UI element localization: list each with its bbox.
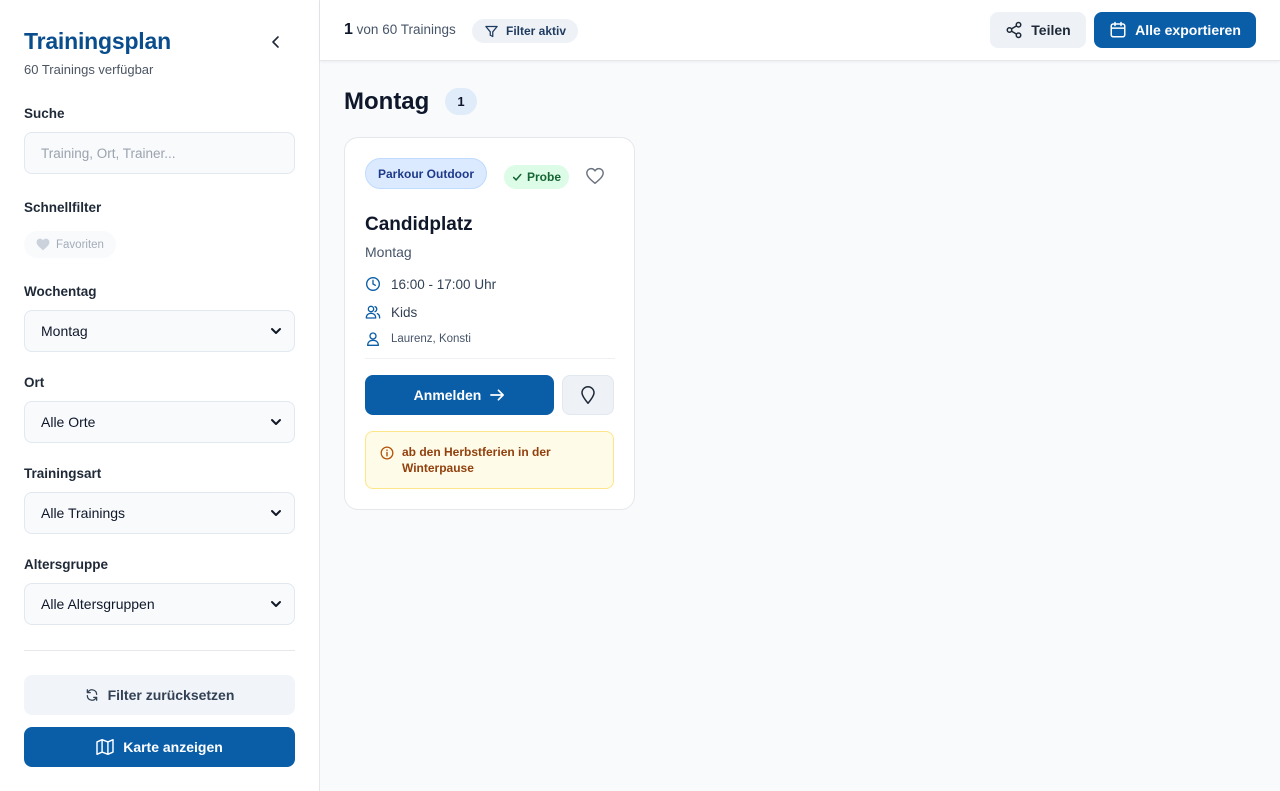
sidebar-subtitle: 60 Trainings verfügbar bbox=[24, 62, 154, 77]
search-placeholder: Training, Ort, Trainer... bbox=[41, 145, 176, 161]
quickfilter-label: Schnellfilter bbox=[24, 200, 102, 215]
sidebar: Trainingsplan 60 Trainings verfügbar Suc… bbox=[0, 0, 320, 791]
result-count-text: von 60 Trainings bbox=[356, 22, 456, 37]
weekday-select[interactable]: Montag bbox=[24, 310, 295, 352]
search-input[interactable]: Training, Ort, Trainer... bbox=[24, 132, 295, 174]
share-label: Teilen bbox=[1031, 22, 1071, 38]
collapse-sidebar-button[interactable] bbox=[262, 30, 290, 54]
filter-icon bbox=[485, 25, 498, 37]
show-map-button[interactable]: Karte anzeigen bbox=[24, 727, 295, 767]
probe-tag: Probe bbox=[504, 165, 570, 189]
favorites-label: Favoriten bbox=[56, 238, 104, 251]
share-icon bbox=[1006, 21, 1022, 39]
result-count-number: 1 bbox=[344, 21, 353, 38]
type-label: Trainingsart bbox=[24, 466, 102, 481]
card-divider bbox=[365, 358, 615, 359]
day-count-badge: 1 bbox=[445, 88, 477, 115]
probe-label: Probe bbox=[527, 170, 562, 184]
filter-active-badge[interactable]: Filter aktiv bbox=[472, 19, 579, 43]
sidebar-title: Trainingsplan bbox=[24, 28, 171, 54]
topbar: 1 von 60 Trainings Filter aktiv Teilen A… bbox=[320, 0, 1280, 61]
user-icon bbox=[367, 332, 379, 346]
heart-icon bbox=[36, 238, 50, 251]
chevron-down-icon bbox=[271, 510, 281, 516]
users-icon bbox=[365, 305, 381, 319]
training-card: Parkour Outdoor Probe Candidplatz Montag… bbox=[344, 137, 635, 510]
rotate-icon bbox=[86, 689, 97, 701]
training-group: Kids bbox=[391, 304, 418, 320]
map-pin-icon bbox=[581, 386, 595, 404]
location-label: Ort bbox=[24, 375, 45, 390]
location-select[interactable]: Alle Orte bbox=[24, 401, 295, 443]
chevron-down-icon bbox=[271, 601, 281, 607]
training-day: Montag bbox=[365, 244, 412, 260]
share-button[interactable]: Teilen bbox=[990, 12, 1086, 48]
chevron-left-icon bbox=[272, 36, 279, 48]
info-icon bbox=[380, 446, 394, 460]
type-value: Alle Trainings bbox=[41, 505, 126, 521]
training-trainers-row: Laurenz, Konsti bbox=[365, 331, 471, 347]
filter-active-label: Filter aktiv bbox=[506, 24, 567, 38]
heart-icon bbox=[586, 167, 604, 185]
chevron-down-icon bbox=[271, 419, 281, 425]
search-label: Suche bbox=[24, 106, 65, 121]
show-location-button[interactable] bbox=[562, 375, 614, 415]
result-count: 1 von 60 Trainings bbox=[344, 21, 456, 39]
favorites-filter-chip[interactable]: Favoriten bbox=[24, 231, 116, 258]
day-heading: Montag bbox=[344, 88, 430, 115]
reset-filters-button[interactable]: Filter zurücksetzen bbox=[24, 675, 295, 715]
agegroup-value: Alle Altersgruppen bbox=[41, 596, 155, 612]
location-value: Alle Orte bbox=[41, 414, 96, 430]
sidebar-divider bbox=[24, 650, 295, 651]
check-icon bbox=[512, 173, 522, 181]
reset-filters-label: Filter zurücksetzen bbox=[107, 687, 235, 703]
favorite-button[interactable] bbox=[585, 167, 607, 189]
training-trainers: Laurenz, Konsti bbox=[391, 333, 471, 345]
calendar-icon bbox=[1110, 21, 1126, 38]
export-all-button[interactable]: Alle exportieren bbox=[1094, 12, 1256, 48]
training-time: 16:00 - 17:00 Uhr bbox=[391, 276, 497, 292]
training-location-title: Candidplatz bbox=[365, 214, 473, 235]
arrow-right-icon bbox=[490, 389, 505, 401]
chevron-down-icon bbox=[271, 328, 281, 334]
weekday-label: Wochentag bbox=[24, 284, 97, 299]
map-icon bbox=[96, 739, 114, 755]
signup-label: Anmelden bbox=[413, 387, 482, 403]
export-all-label: Alle exportieren bbox=[1135, 22, 1241, 38]
training-group-row: Kids bbox=[365, 304, 417, 320]
type-select[interactable]: Alle Trainings bbox=[24, 492, 295, 534]
agegroup-select[interactable]: Alle Altersgruppen bbox=[24, 583, 295, 625]
clock-icon bbox=[366, 277, 380, 291]
agegroup-label: Altersgruppe bbox=[24, 557, 109, 572]
signup-button[interactable]: Anmelden bbox=[365, 375, 554, 415]
notice-text: ab den Herbstferien in der Winterpause bbox=[402, 445, 551, 475]
winter-break-notice: ab den Herbstferien in der Winterpause bbox=[365, 431, 614, 489]
weekday-value: Montag bbox=[41, 323, 88, 339]
training-time-row: 16:00 - 17:00 Uhr bbox=[365, 276, 496, 292]
show-map-label: Karte anzeigen bbox=[123, 739, 223, 755]
training-type-tag: Parkour Outdoor bbox=[365, 158, 488, 189]
